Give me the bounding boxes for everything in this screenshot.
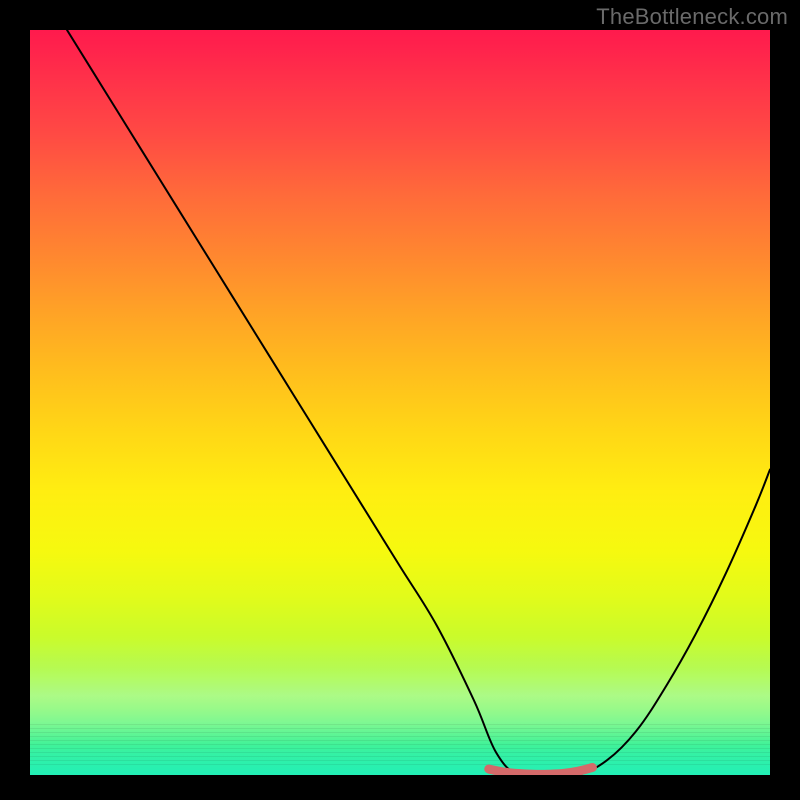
plot-area [30,30,770,775]
curve-layer [30,30,770,775]
chart-frame: TheBottleneck.com [0,0,800,800]
optimal-band [489,768,593,775]
bottleneck-curve [67,30,770,775]
watermark-text: TheBottleneck.com [596,4,788,30]
